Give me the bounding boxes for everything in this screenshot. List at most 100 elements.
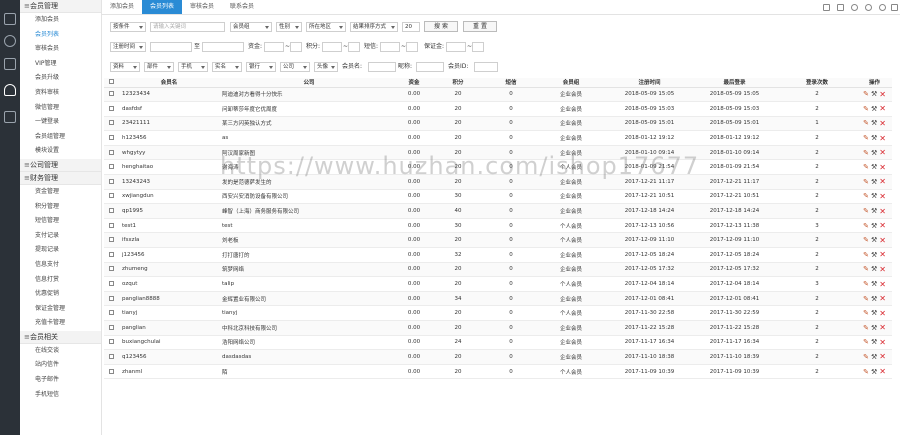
refresh-icon[interactable] xyxy=(851,4,858,11)
row-select-cell[interactable] xyxy=(104,349,119,365)
sidebar-item[interactable]: 站内信件 xyxy=(20,358,101,373)
cell-member-name[interactable]: q123456 xyxy=(119,349,219,365)
edit-icon[interactable]: ✎ xyxy=(863,338,869,346)
cell-member-name[interactable]: j123456 xyxy=(119,247,219,263)
time-select[interactable]: 注册时间 xyxy=(110,42,146,52)
row-checkbox[interactable] xyxy=(109,310,114,316)
tool-icon[interactable]: ⚒ xyxy=(871,163,877,171)
row-select-cell[interactable] xyxy=(104,189,119,205)
row-checkbox[interactable] xyxy=(109,324,114,330)
edit-icon[interactable]: ✎ xyxy=(863,368,869,376)
row-select-cell[interactable] xyxy=(104,174,119,190)
tool-icon[interactable]: ⚒ xyxy=(871,119,877,127)
points-max-input[interactable] xyxy=(348,42,360,52)
sidebar-item[interactable]: 审核会员 xyxy=(20,42,101,57)
delete-icon[interactable]: ✕ xyxy=(879,134,886,143)
sidebar-item[interactable]: 添加会员 xyxy=(20,13,101,28)
row-checkbox[interactable] xyxy=(109,295,114,301)
edit-icon[interactable]: ✎ xyxy=(863,192,869,200)
cell-member-name[interactable]: zhanml xyxy=(119,364,219,380)
edit-icon[interactable]: ✎ xyxy=(863,149,869,157)
row-select-cell[interactable] xyxy=(104,276,119,292)
delete-icon[interactable]: ✕ xyxy=(879,367,886,376)
gender-select[interactable]: 性别 xyxy=(276,22,302,32)
delete-icon[interactable]: ✕ xyxy=(879,104,886,113)
edit-icon[interactable]: ✎ xyxy=(863,251,869,259)
row-select-cell[interactable] xyxy=(104,291,119,307)
exit-icon[interactable] xyxy=(891,4,898,11)
row-select-cell[interactable] xyxy=(104,320,119,336)
deposit-min-input[interactable] xyxy=(446,42,466,52)
row-checkbox[interactable] xyxy=(109,149,114,155)
tool-icon[interactable]: ⚒ xyxy=(871,295,877,303)
row-checkbox[interactable] xyxy=(109,178,114,184)
edit-icon[interactable]: ✎ xyxy=(863,105,869,113)
row-checkbox[interactable] xyxy=(109,266,114,272)
row-select-cell[interactable] xyxy=(104,218,119,234)
nickname-input[interactable] xyxy=(416,62,444,72)
search-button[interactable]: 搜 索 xyxy=(424,21,458,32)
edit-icon[interactable]: ✎ xyxy=(863,280,869,288)
tool-icon[interactable]: ⚒ xyxy=(871,105,877,113)
row-checkbox[interactable] xyxy=(109,120,114,126)
tab-add-member[interactable]: 添加会员 xyxy=(102,0,142,14)
sidebar-group[interactable]: ≡会员管理 xyxy=(20,0,101,13)
sidebar-item[interactable]: 手机短信 xyxy=(20,388,101,403)
cell-member-name[interactable]: zhumeng xyxy=(119,262,219,278)
edit-icon[interactable]: ✎ xyxy=(863,236,869,244)
delete-icon[interactable]: ✕ xyxy=(879,250,886,259)
row-checkbox[interactable] xyxy=(109,237,114,243)
sidebar-item[interactable]: 保证金管理 xyxy=(20,302,101,317)
member-id-input[interactable] xyxy=(474,62,498,72)
cell-member-name[interactable]: whgytyy xyxy=(119,145,219,161)
cell-member-name[interactable]: qp1995 xyxy=(119,203,219,219)
sidebar-item[interactable]: 电子邮件 xyxy=(20,373,101,388)
tool-icon[interactable]: ⚒ xyxy=(871,236,877,244)
menu-icon[interactable] xyxy=(4,13,16,25)
cell-member-name[interactable]: h123456 xyxy=(119,130,219,146)
delete-icon[interactable]: ✕ xyxy=(879,163,886,172)
select-all-checkbox[interactable] xyxy=(109,79,114,85)
row-checkbox[interactable] xyxy=(109,339,114,345)
pagesize-input[interactable]: 20 xyxy=(402,22,420,32)
row-select-cell[interactable] xyxy=(104,130,119,146)
tool-icon[interactable]: ⚒ xyxy=(871,338,877,346)
condition-select[interactable]: 按条件 xyxy=(110,22,146,32)
row-select-cell[interactable] xyxy=(104,262,119,278)
tool-icon[interactable]: ⚒ xyxy=(871,90,877,98)
row-select-cell[interactable] xyxy=(104,305,119,321)
open-icon[interactable] xyxy=(837,4,844,11)
delete-icon[interactable]: ✕ xyxy=(879,90,886,99)
row-checkbox[interactable] xyxy=(109,208,114,214)
bank-select[interactable]: 银行 xyxy=(246,62,276,72)
row-select-cell[interactable] xyxy=(104,159,119,176)
row-select-cell[interactable] xyxy=(104,145,119,161)
cell-member-name[interactable]: panglian8888 xyxy=(119,291,219,307)
delete-icon[interactable]: ✕ xyxy=(879,323,886,332)
delete-icon[interactable]: ✕ xyxy=(879,265,886,274)
phone-select[interactable]: 手机 xyxy=(178,62,208,72)
sidebar-item[interactable]: 会员升级 xyxy=(20,71,101,86)
funds-max-input[interactable] xyxy=(290,42,302,52)
time-from-input[interactable] xyxy=(150,42,192,52)
cell-member-name[interactable]: 23421111 xyxy=(119,116,219,132)
delete-icon[interactable]: ✕ xyxy=(879,207,886,216)
cell-member-name[interactable]: 13243243 xyxy=(119,174,219,190)
sidebar-item[interactable]: 微信管理 xyxy=(20,101,101,116)
realname-select[interactable]: 实名 xyxy=(212,62,242,72)
tool-icon[interactable]: ⚒ xyxy=(871,265,877,273)
keyword-input[interactable]: 请输入关键词 xyxy=(150,22,225,32)
sidebar-group[interactable]: ≡公司管理 xyxy=(20,158,101,172)
row-select-cell[interactable] xyxy=(104,232,119,249)
group-select[interactable]: 会员组 xyxy=(230,22,272,32)
delete-icon[interactable]: ✕ xyxy=(879,280,886,289)
sms-min-input[interactable] xyxy=(380,42,400,52)
row-checkbox[interactable] xyxy=(109,222,114,228)
company-select[interactable]: 公司 xyxy=(280,62,310,72)
cell-member-name[interactable]: buxiangchulai xyxy=(119,335,219,351)
row-select-cell[interactable] xyxy=(104,101,119,117)
edit-icon[interactable]: ✎ xyxy=(863,324,869,332)
row-checkbox[interactable] xyxy=(109,164,114,170)
cell-member-name[interactable]: 12323434 xyxy=(119,87,219,103)
sidebar-item[interactable]: 会员列表 xyxy=(20,28,101,43)
